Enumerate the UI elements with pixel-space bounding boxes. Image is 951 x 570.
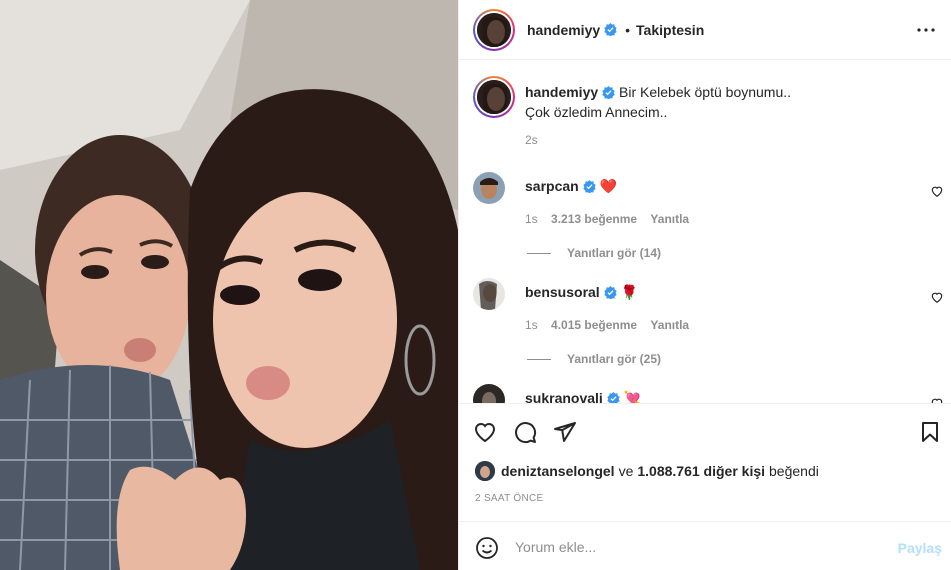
reply-button[interactable]: Yanıtla [650,318,689,332]
comment-meta: 1s 3.213 beğenme Yanıtla [525,212,699,226]
comment-text: 🌹 [620,284,639,300]
commenter-avatar[interactable] [473,172,505,204]
share-paper-plane-icon[interactable] [553,420,577,444]
like-heart-icon[interactable] [473,420,497,444]
emoji-smiley-icon[interactable] [475,536,499,560]
selfie-illustration [0,0,458,570]
view-replies-button[interactable]: Yanıtları gör (25) [527,352,661,366]
verified-badge-icon [604,23,617,36]
comment-body: sukranovali 💘 [525,390,641,403]
comment-meta: 1s 4.015 beğenme Yanıtla [525,318,699,332]
post-side-panel: handemiyy • Takiptesin handemiyy Bir Kel… [458,0,951,570]
commenter-avatar[interactable] [473,278,505,310]
caption-line-1: Bir Kelebek öptü boynumu.. [619,84,792,100]
verified-badge-icon [604,286,617,299]
post-header: handemiyy • Takiptesin [459,0,951,60]
save-bookmark-icon[interactable] [918,420,942,444]
reply-button[interactable]: Yanıtla [650,212,689,226]
verified-badge-icon [607,392,620,403]
post-comment-button[interactable]: Paylaş [898,540,942,556]
comment-like-heart-icon[interactable] [930,396,944,403]
post-timestamp[interactable]: 2 SAAT ÖNCE [475,493,544,504]
caption-timestamp[interactable]: 2s [525,133,538,147]
likes-summary: deniztanselongel ve 1.088.761 diğer kişi… [475,461,819,481]
header-separator: • [625,21,631,38]
comments-list[interactable]: handemiyy Bir Kelebek öptü boynumu.. Çok… [459,60,951,403]
comment-username[interactable]: sukranovali [525,390,603,403]
post-photo[interactable] [0,0,458,570]
liker-username[interactable]: deniztanselongel [501,463,615,479]
caption-avatar[interactable] [473,76,515,118]
liker-avatar[interactable] [475,461,495,481]
view-replies-button[interactable]: Yanıtları gör (14) [527,246,661,260]
commenter-avatar[interactable] [473,384,505,403]
caption-username[interactable]: handemiyy [525,84,598,100]
caption: handemiyy Bir Kelebek öptü boynumu.. Çok… [525,82,925,122]
author-username[interactable]: handemiyy [527,22,600,38]
more-horizontal-icon [917,28,935,32]
comment-likes[interactable]: 3.213 beğenme [551,212,637,226]
likes-connector: ve [618,463,634,479]
author-avatar[interactable] [473,8,515,51]
following-button[interactable]: Takiptesin [636,22,704,38]
comment-username[interactable]: sarpcan [525,178,579,194]
comment-body: bensusoral 🌹 [525,284,638,301]
verified-badge-icon [602,86,615,99]
comment-likes[interactable]: 4.015 beğenme [551,318,637,332]
likes-count-link[interactable]: 1.088.761 diğer kişi [637,463,765,479]
comment-time[interactable]: 1s [525,212,538,226]
comment-text: ❤️ [599,178,618,194]
comment-bubble-icon[interactable] [513,420,537,444]
comment-like-heart-icon[interactable] [930,184,944,198]
comment-time[interactable]: 1s [525,318,538,332]
verified-badge-icon [583,180,596,193]
comment-text: 💘 [623,390,642,403]
comment-input[interactable] [515,534,885,560]
caption-line-2: Çok özledim Annecim.. [525,104,668,120]
more-options-button[interactable] [914,18,938,42]
comment-like-heart-icon[interactable] [930,290,944,304]
comment-body: sarpcan ❤️ [525,178,617,195]
likes-suffix: beğendi [769,463,819,479]
comment-username[interactable]: bensusoral [525,284,600,300]
post-dialog: handemiyy • Takiptesin handemiyy Bir Kel… [0,0,951,570]
add-comment-bar: Paylaş [459,521,951,570]
